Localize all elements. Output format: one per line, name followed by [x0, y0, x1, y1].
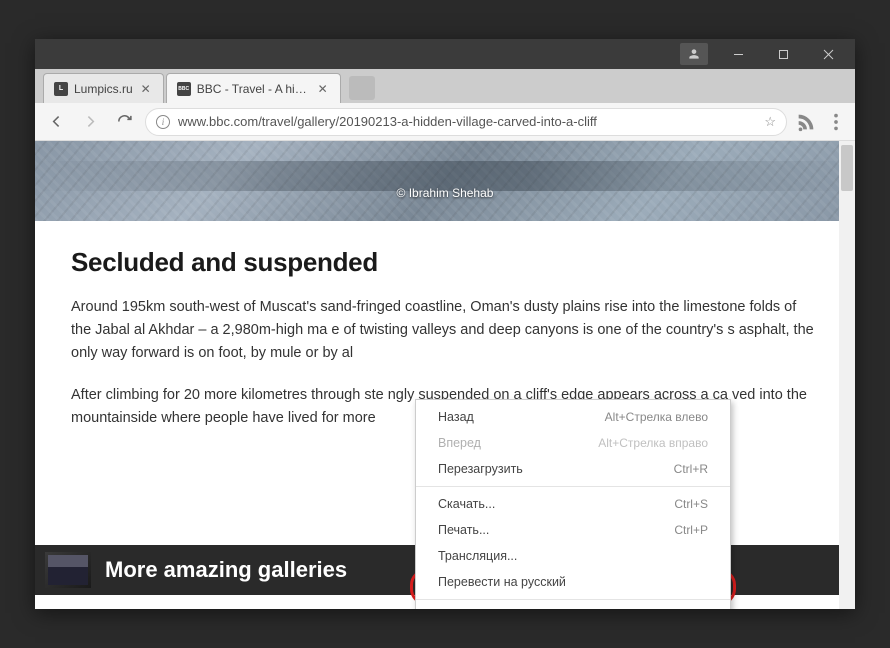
tab-close-icon[interactable]: ✕ [139, 82, 153, 96]
tab-title: Lumpics.ru [74, 82, 133, 96]
hero-image: © Ibrahim Shehab [35, 141, 855, 221]
ctx-view-source[interactable]: Просмотр кода страницыCtrl+U [416, 604, 730, 609]
rss-icon[interactable] [795, 111, 817, 133]
context-menu: НазадAlt+Стрелка влево ВпередAlt+Стрелка… [415, 399, 731, 609]
reload-button[interactable] [111, 109, 137, 135]
ctx-translate[interactable]: Перевести на русский [416, 569, 730, 595]
ctx-save[interactable]: Скачать...Ctrl+S [416, 491, 730, 517]
ctx-separator [416, 599, 730, 600]
back-button[interactable] [43, 109, 69, 135]
url-text: www.bbc.com/travel/gallery/20190213-a-hi… [178, 114, 758, 129]
bookmark-icon[interactable]: ☆ [764, 114, 776, 130]
tab-bar: L Lumpics.ru ✕ BBC BBC - Travel - A hidd… [35, 69, 855, 103]
article-heading: Secluded and suspended [71, 247, 819, 278]
new-tab-button[interactable] [349, 76, 375, 100]
tab-bbc[interactable]: BBC BBC - Travel - A hidden v ✕ [166, 73, 341, 103]
tab-close-icon[interactable]: ✕ [316, 82, 330, 96]
address-bar: i www.bbc.com/travel/gallery/20190213-a-… [35, 103, 855, 141]
minimize-button[interactable] [716, 39, 761, 69]
browser-window: L Lumpics.ru ✕ BBC BBC - Travel - A hidd… [35, 39, 855, 609]
url-input[interactable]: i www.bbc.com/travel/gallery/20190213-a-… [145, 108, 787, 136]
ctx-back[interactable]: НазадAlt+Стрелка влево [416, 404, 730, 430]
close-button[interactable] [806, 39, 851, 69]
ctx-reload[interactable]: ПерезагрузитьCtrl+R [416, 456, 730, 482]
article-paragraph: Around 195km south-west of Muscat's sand… [71, 296, 819, 366]
page-content: © Ibrahim Shehab Secluded and suspended … [35, 141, 855, 609]
ctx-print[interactable]: Печать...Ctrl+P [416, 517, 730, 543]
gallery-title: More amazing galleries [105, 557, 347, 583]
ctx-separator [416, 486, 730, 487]
tab-title: BBC - Travel - A hidden v [197, 82, 310, 96]
window-titlebar [35, 39, 855, 69]
user-profile-button[interactable] [680, 43, 708, 65]
gallery-thumbnail[interactable] [45, 552, 91, 588]
image-credit: © Ibrahim Shehab [397, 186, 494, 200]
site-info-icon[interactable]: i [156, 115, 170, 129]
ctx-cast[interactable]: Трансляция... [416, 543, 730, 569]
scrollbar[interactable] [839, 141, 855, 609]
forward-button[interactable] [77, 109, 103, 135]
maximize-button[interactable] [761, 39, 806, 69]
menu-icon[interactable] [825, 111, 847, 133]
tab-lumpics[interactable]: L Lumpics.ru ✕ [43, 73, 164, 103]
ctx-forward: ВпередAlt+Стрелка вправо [416, 430, 730, 456]
tab-favicon: BBC [177, 82, 191, 96]
tab-favicon: L [54, 82, 68, 96]
